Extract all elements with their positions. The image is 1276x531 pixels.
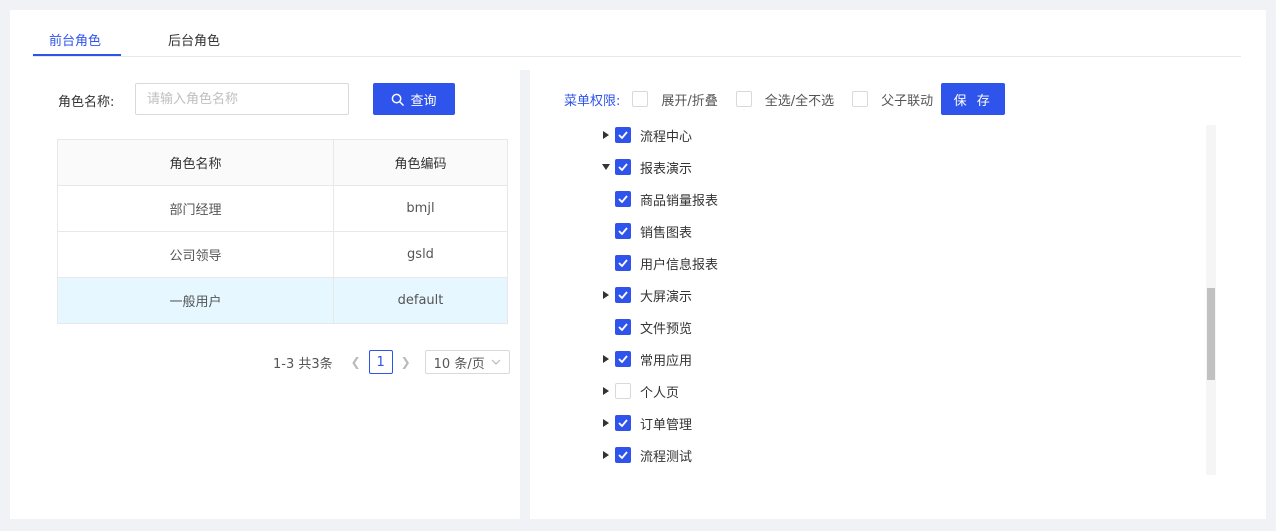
table-row[interactable]: 公司领导 gsld: [57, 231, 508, 278]
chevron-down-icon: [491, 359, 501, 365]
tree-node-label: 常用应用: [640, 353, 693, 369]
role-code-cell: gsld: [333, 231, 508, 278]
parent-child-link-checkbox[interactable]: [852, 91, 869, 107]
tree-node[interactable]: 个人页: [597, 381, 679, 401]
column-header-role-code: 角色编码: [333, 139, 508, 186]
role-code-cell: default: [333, 277, 508, 324]
tree-node-label: 文件预览: [640, 321, 693, 337]
tree-node-checkbox[interactable]: [615, 127, 631, 143]
select-all-option[interactable]: 全选/全不选: [735, 90, 835, 109]
tree-node-checkbox[interactable]: [615, 415, 631, 431]
tree-node[interactable]: 销售图表: [615, 221, 692, 241]
tree-node[interactable]: 订单管理: [597, 413, 692, 433]
menu-tree: 流程中心报表演示商品销量报表 销售图表用户信息报表 大屏演示文件预览常用应用个人页订…: [540, 125, 1220, 520]
caret-right-icon[interactable]: [597, 419, 615, 427]
table-header-row: 角色名称 角色编码: [57, 139, 508, 186]
role-name-cell: 部门经理: [57, 185, 334, 232]
prev-page-icon[interactable]: ❮: [347, 355, 365, 369]
caret-right-icon[interactable]: [597, 291, 615, 299]
pagination: 1-3 共3条 ❮ 1 ❯ 10 条/页: [273, 350, 510, 374]
expand-collapse-option[interactable]: 展开/折叠: [632, 90, 718, 109]
page-size-value: 10 条/页: [433, 356, 485, 372]
tree-node-label: 销售图表: [640, 225, 693, 241]
tree-node-label: 流程测试: [640, 449, 693, 465]
tree-node-checkbox[interactable]: [615, 255, 631, 271]
tree-node[interactable]: 流程中心: [597, 125, 692, 145]
role-permission-card: 前台角色 后台角色 角色名称: 查询 角色名称 角色编码: [10, 10, 1266, 519]
caret-right-icon[interactable]: [597, 131, 615, 139]
tree-node-checkbox[interactable]: [615, 223, 631, 239]
tree-node-label: 订单管理: [640, 417, 693, 433]
query-button-label: 查询: [410, 93, 437, 109]
page-number-current[interactable]: 1: [368, 350, 393, 374]
tree-node-label: 个人页: [640, 385, 680, 401]
tree-node[interactable]: 文件预览: [597, 317, 692, 337]
role-name-input[interactable]: [135, 83, 349, 115]
table-row-selected[interactable]: 一般用户 default: [57, 277, 508, 324]
tree-node-checkbox[interactable]: [615, 351, 631, 367]
tree-node[interactable]: 用户信息报表: [615, 253, 718, 273]
tree-node-checkbox[interactable]: [615, 191, 631, 207]
tree-node[interactable]: 商品销量报表: [615, 189, 718, 209]
active-tab-indicator: [33, 54, 121, 56]
parent-child-link-label: 父子联动: [881, 93, 934, 109]
tab-backend-roles[interactable]: 后台角色: [168, 30, 220, 49]
next-page-icon[interactable]: ❯: [397, 355, 415, 369]
caret-down-icon[interactable]: [597, 164, 615, 170]
search-row: 角色名称: 查询: [33, 83, 493, 115]
tab-frontend-roles[interactable]: 前台角色: [49, 30, 101, 49]
tree-node-checkbox[interactable]: [615, 319, 631, 335]
caret-right-icon[interactable]: [597, 387, 615, 395]
permission-toolbar: 菜单权限: 展开/折叠 全选/全不选 父子联动 保 存: [564, 83, 1006, 115]
tree-node-checkbox[interactable]: [615, 287, 631, 303]
save-button[interactable]: 保 存: [941, 83, 1006, 115]
tree-node-label: 大屏演示: [640, 289, 693, 305]
scrollbar-thumb[interactable]: [1207, 288, 1215, 380]
menu-permission-label: 菜单权限:: [564, 93, 621, 109]
expand-collapse-label: 展开/折叠: [661, 93, 718, 109]
table-row[interactable]: 部门经理 bmjl: [57, 185, 508, 232]
tree-node-label: 用户信息报表: [640, 257, 719, 273]
select-all-checkbox[interactable]: [735, 91, 752, 107]
tree-node-label: 商品销量报表: [640, 193, 719, 209]
select-all-label: 全选/全不选: [764, 93, 835, 109]
tree-node[interactable]: 大屏演示: [597, 285, 692, 305]
parent-child-link-option[interactable]: 父子联动: [852, 90, 933, 109]
pagination-total: 1-3 共3条: [273, 356, 333, 372]
role-name-label: 角色名称:: [58, 95, 115, 110]
column-header-role-name: 角色名称: [57, 139, 334, 186]
tree-node[interactable]: 常用应用: [597, 349, 692, 369]
role-name-cell: 一般用户: [57, 277, 334, 324]
page-size-select[interactable]: 10 条/页: [424, 350, 510, 374]
tree-node-checkbox[interactable]: [615, 447, 631, 463]
role-tabs: 前台角色 后台角色: [33, 10, 1241, 57]
tree-node-label: 报表演示: [640, 161, 693, 177]
caret-right-icon[interactable]: [597, 451, 615, 459]
menu-permission-pane: 菜单权限: 展开/折叠 全选/全不选 父子联动 保 存 流程中心报表演示商品销量…: [540, 70, 1220, 519]
tree-node-checkbox[interactable]: [615, 159, 631, 175]
tree-node-checkbox[interactable]: [615, 383, 631, 399]
query-button[interactable]: 查询: [373, 83, 455, 115]
tree-node-label: 流程中心: [640, 129, 693, 145]
tree-node[interactable]: 流程测试: [597, 445, 692, 465]
search-icon: [392, 93, 405, 106]
tree-scrollbar[interactable]: [1206, 125, 1216, 475]
expand-collapse-checkbox[interactable]: [632, 91, 649, 107]
tree-node[interactable]: 报表演示: [597, 157, 692, 177]
role-table: 角色名称 角色编码 部门经理 bmjl 公司领导 gsld 一般用户 defau…: [57, 139, 508, 324]
caret-right-icon[interactable]: [597, 355, 615, 363]
role-name-cell: 公司领导: [57, 231, 334, 278]
role-list-pane: 角色名称: 查询 角色名称 角色编码 部门经理 b: [33, 70, 530, 519]
role-code-cell: bmjl: [333, 185, 508, 232]
